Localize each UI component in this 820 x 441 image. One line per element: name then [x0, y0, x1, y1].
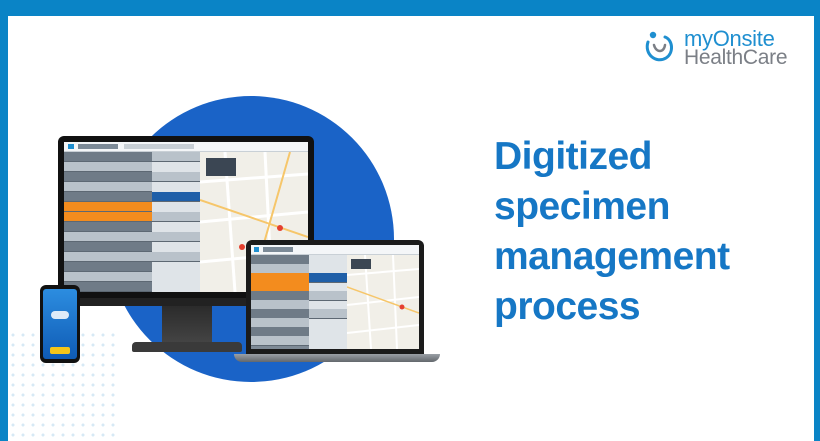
list-row [64, 262, 152, 272]
list-row [64, 192, 152, 202]
list-row [251, 336, 309, 346]
app-toolbar [251, 245, 419, 255]
list-row [64, 272, 152, 282]
detail-panel [152, 152, 200, 292]
list-row [64, 152, 152, 162]
headline-line: Digitized [494, 135, 653, 178]
app-toolbar [64, 142, 308, 152]
list-row [64, 162, 152, 172]
detail-row [152, 252, 200, 262]
headline: Digitized specimen management process [494, 132, 804, 332]
toolbar-tab [263, 247, 293, 252]
detail-row [309, 309, 347, 319]
list-row-highlighted [64, 212, 152, 222]
map-view [347, 255, 419, 349]
map-streets [347, 255, 419, 349]
logo-mark-icon [645, 31, 673, 62]
monitor-stand-base [132, 342, 242, 352]
detail-row-selected [152, 192, 200, 202]
list-row [64, 242, 152, 252]
headline-line: process [494, 285, 641, 328]
detail-row [152, 232, 200, 242]
phone-screen [43, 289, 77, 359]
monitor-stand [162, 306, 212, 344]
laptop-base [234, 354, 440, 362]
detail-panel [309, 255, 347, 349]
brand-logo: myOnsite HealthCare [640, 22, 815, 72]
phone-app-logo [51, 311, 69, 319]
detail-row-selected [309, 273, 347, 283]
headline-line: specimen [494, 185, 670, 228]
smartphone [40, 285, 80, 363]
toolbar-tab [78, 144, 118, 149]
list-row [64, 172, 152, 182]
app-icon [254, 247, 259, 252]
headline-line: management [494, 235, 730, 278]
phone-app-button [50, 347, 70, 354]
laptop-screen [251, 245, 419, 349]
top-border [0, 0, 820, 16]
brand-name-line2: HealthCare [684, 46, 788, 69]
list-row [64, 252, 152, 262]
detail-row [152, 212, 200, 222]
list-row [64, 182, 152, 192]
app-icon [68, 144, 74, 149]
detail-row [152, 152, 200, 162]
specimen-list [251, 255, 309, 349]
list-row [64, 222, 152, 232]
detail-row [152, 172, 200, 182]
toolbar-address [124, 144, 194, 149]
list-row [64, 232, 152, 242]
list-row-highlighted [64, 202, 152, 212]
left-border [0, 0, 8, 441]
detail-row [309, 291, 347, 301]
laptop [246, 240, 424, 354]
specimen-list [64, 152, 152, 292]
